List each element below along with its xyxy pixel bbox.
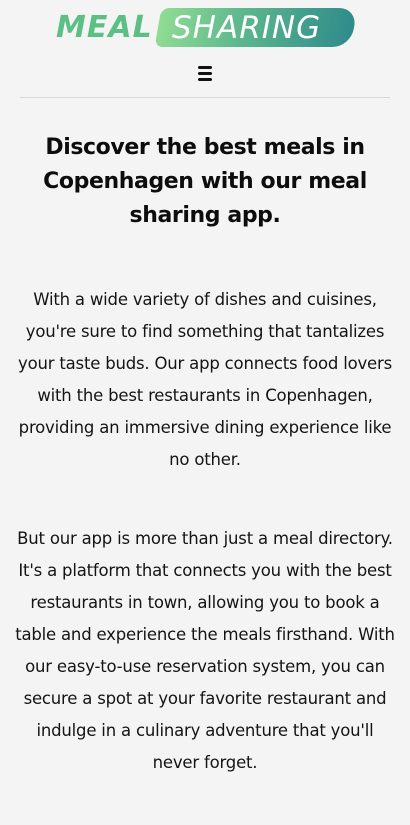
header-divider bbox=[20, 97, 390, 98]
intro-paragraph: With a wide variety of dishes and cuisin… bbox=[18, 290, 392, 469]
page-headline: Discover the best meals in Copenhagen wi… bbox=[43, 135, 367, 228]
page: MEAL SHARING Discover the best meals in … bbox=[0, 0, 410, 825]
logo-word-meal: MEAL bbox=[56, 10, 153, 45]
hamburger-icon bbox=[198, 65, 212, 69]
hamburger-icon-bar bbox=[198, 71, 212, 75]
logo[interactable]: MEAL SHARING bbox=[56, 8, 358, 48]
logo-word-sharing: SHARING bbox=[172, 10, 322, 46]
hamburger-icon-bar bbox=[198, 77, 212, 81]
platform-paragraph: But our app is more than just a meal dir… bbox=[15, 529, 395, 772]
menu-button[interactable] bbox=[195, 63, 215, 83]
